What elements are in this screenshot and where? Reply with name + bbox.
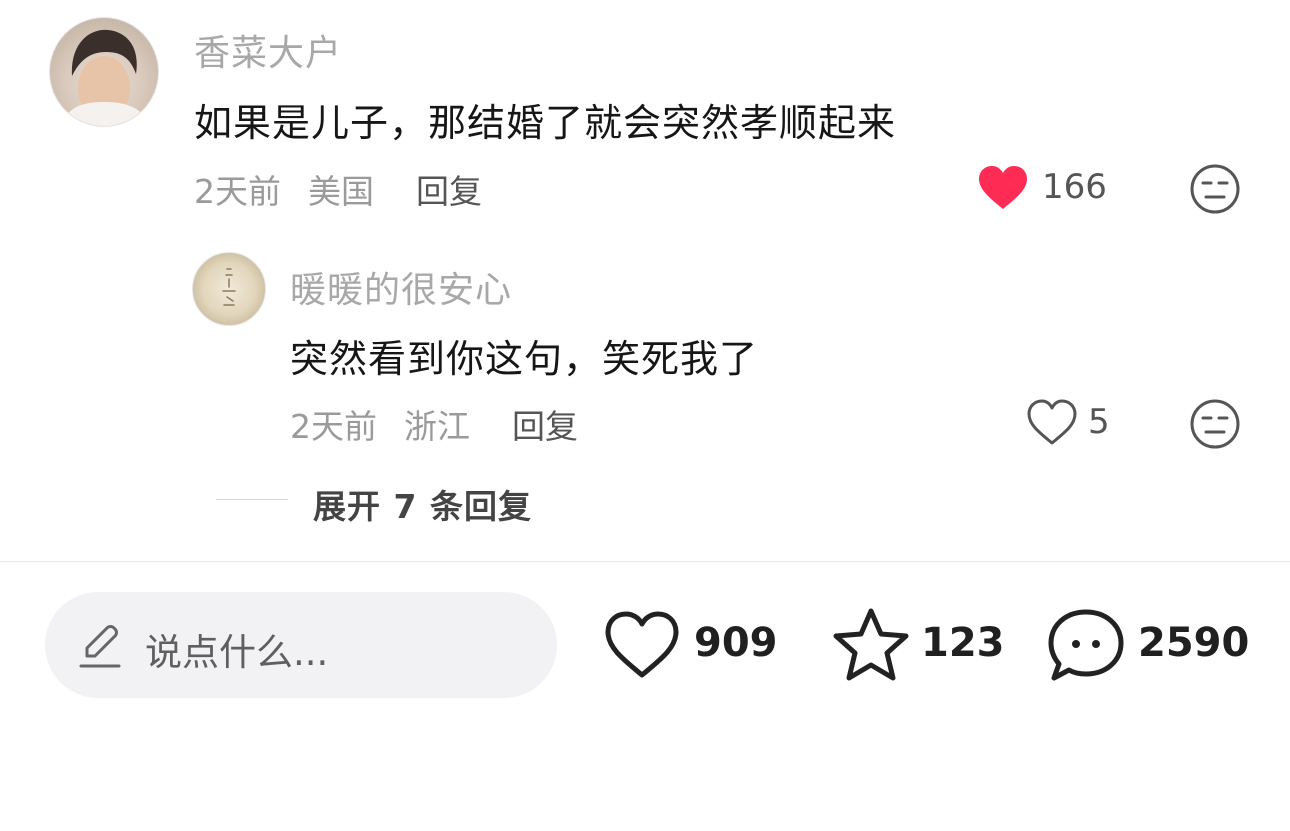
chat-bubble-icon[interactable]	[1046, 607, 1126, 685]
reply-reply-button[interactable]: 回复	[512, 400, 578, 448]
favorite-count: 123	[921, 620, 1005, 666]
expand-replies-button[interactable]: 展开 7 条回复	[313, 480, 532, 528]
heart-filled-icon[interactable]	[977, 165, 1029, 211]
unamused-face-icon[interactable]	[1189, 398, 1241, 450]
comment-time: 2天前	[194, 172, 281, 211]
comment-username[interactable]: 香菜大户	[194, 24, 342, 76]
comment-like-count: 166	[1042, 167, 1107, 207]
reply-button[interactable]: 回复	[416, 165, 482, 213]
input-placeholder: 说点什么...	[145, 631, 329, 674]
reply-time: 2天前	[290, 407, 377, 446]
reply-location: 浙江	[404, 407, 470, 446]
reply-avatar[interactable]	[192, 252, 266, 326]
reply-text: 突然看到你这句，笑死我了	[290, 337, 759, 381]
reply-username[interactable]: 暖暖的很安心	[290, 261, 512, 313]
section-divider	[0, 561, 1290, 562]
comment-location: 美国	[308, 172, 374, 211]
comment-page: 香菜大户 如果是儿子，那结婚了就会突然孝顺起来 2天前 美国 回复 166 暖暖…	[0, 0, 1290, 831]
unamused-face-icon[interactable]	[1189, 163, 1241, 215]
heart-outline-icon[interactable]	[1026, 399, 1078, 447]
comment-count: 2590	[1138, 620, 1250, 666]
comment-input[interactable]: 说点什么...	[45, 592, 557, 698]
avatar[interactable]	[49, 17, 159, 127]
comment-text: 如果是儿子，那结婚了就会突然孝顺起来	[194, 101, 897, 145]
star-outline-icon[interactable]	[832, 607, 910, 683]
reply-like-count: 5	[1088, 402, 1110, 442]
heart-outline-icon[interactable]	[603, 610, 681, 680]
like-count: 909	[694, 620, 778, 666]
expand-divider	[216, 499, 288, 500]
pencil-icon	[79, 622, 121, 668]
